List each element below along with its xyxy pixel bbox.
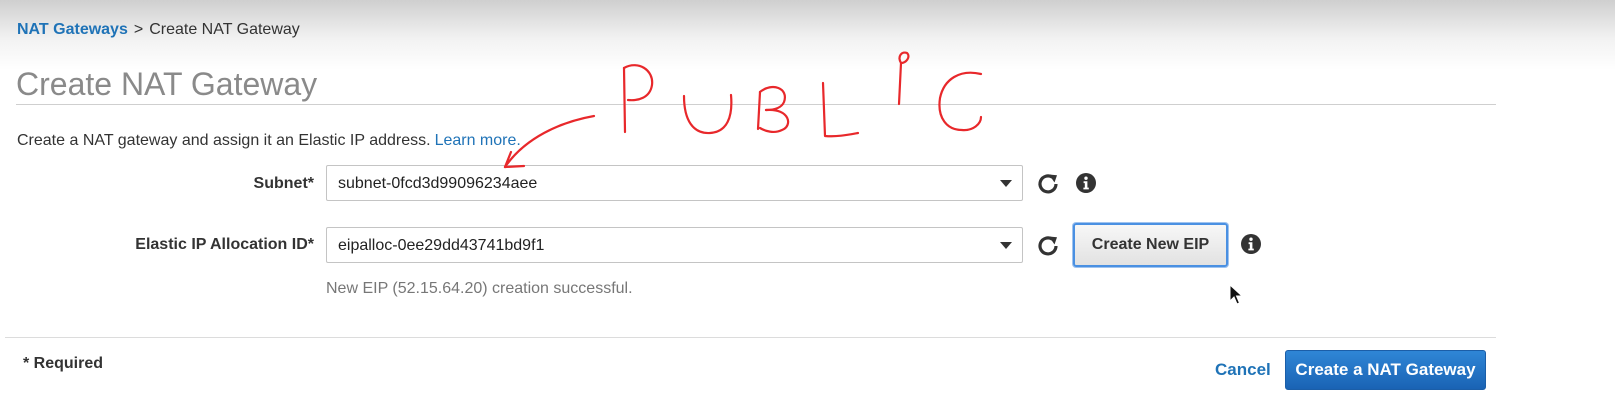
footer-divider	[5, 337, 1496, 338]
eip-select-value: eipalloc-0ee29dd43741bd9f1	[338, 237, 545, 254]
page-description: Create a NAT gateway and assign it an El…	[17, 131, 521, 151]
chevron-down-icon	[1000, 180, 1012, 187]
create-new-eip-button[interactable]: Create New EIP	[1073, 223, 1228, 267]
create-nat-gateway-button[interactable]: Create a NAT Gateway	[1285, 350, 1486, 390]
subnet-info-icon[interactable]	[1075, 172, 1099, 196]
breadcrumb-nat-gateways-link[interactable]: NAT Gateways	[17, 21, 128, 38]
eip-select[interactable]: eipalloc-0ee29dd43741bd9f1	[326, 227, 1023, 263]
eip-success-message: New EIP (52.15.64.20) creation successfu…	[326, 280, 633, 297]
eip-refresh-icon[interactable]	[1036, 234, 1060, 258]
required-note: * Required	[23, 355, 104, 372]
subnet-label: Subnet*	[253, 175, 314, 192]
subnet-refresh-icon[interactable]	[1036, 172, 1060, 196]
description-text: Create a NAT gateway and assign it an El…	[17, 132, 431, 149]
title-divider	[16, 104, 1496, 105]
eip-info-icon[interactable]	[1240, 233, 1264, 257]
chevron-down-icon	[1000, 242, 1012, 249]
subnet-select-value: subnet-0fcd3d99096234aee	[338, 175, 538, 192]
learn-more-link[interactable]: Learn more.	[435, 132, 521, 149]
breadcrumb-separator: >	[133, 21, 144, 38]
subnet-select[interactable]: subnet-0fcd3d99096234aee	[326, 165, 1023, 201]
breadcrumb: NAT Gateways > Create NAT Gateway	[17, 20, 300, 40]
breadcrumb-current: Create NAT Gateway	[149, 21, 300, 38]
eip-label: Elastic IP Allocation ID*	[135, 236, 314, 253]
mouse-cursor-icon	[1229, 284, 1243, 305]
cancel-link[interactable]: Cancel	[1215, 360, 1271, 380]
page-title: Create NAT Gateway	[16, 66, 318, 102]
